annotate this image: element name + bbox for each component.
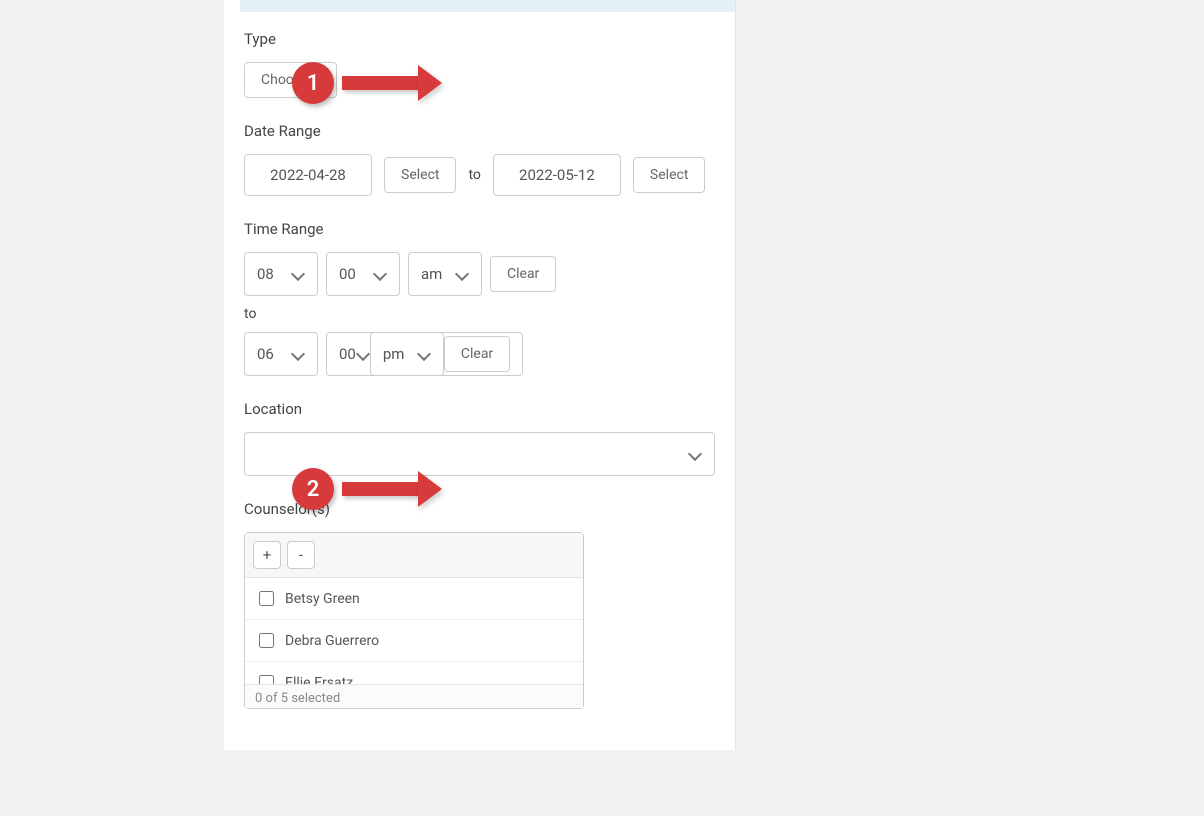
chevron-down-icon: [455, 267, 469, 281]
annotation-callout-1: 1: [292, 62, 442, 104]
counselor-item[interactable]: Debra Guerrero: [245, 620, 583, 662]
counselor-name: Ellie Ersatz: [285, 675, 353, 685]
chevron-down-icon: [356, 347, 370, 361]
select-value: 00: [339, 265, 373, 283]
date-end-select-button[interactable]: Select: [633, 157, 705, 193]
field-date-range: Date Range 2022-04-28 Select to 2022-05-…: [244, 122, 715, 196]
date-to-text: to: [468, 167, 480, 183]
counselor-toolbar: + -: [245, 533, 583, 578]
info-banner: [240, 0, 735, 12]
date-start-select-button[interactable]: Select: [384, 157, 456, 193]
arrow-right-icon: [342, 477, 442, 501]
chevron-down-icon: [291, 347, 305, 361]
time-range-label: Time Range: [244, 220, 715, 238]
time-start-hour-select[interactable]: 08: [244, 252, 318, 296]
counselor-checkbox[interactable]: [259, 633, 274, 648]
form-inner: Type Choose... Date Range 2022-04-28 Sel…: [224, 30, 735, 721]
select-value: am: [421, 265, 455, 283]
chevron-down-icon: [291, 267, 305, 281]
type-label: Type: [244, 30, 715, 48]
select-value: 08: [257, 265, 291, 283]
counselor-item[interactable]: Betsy Green: [245, 578, 583, 620]
time-end-hour-select[interactable]: 06: [244, 332, 318, 376]
location-label: Location: [244, 400, 715, 418]
chevron-down-icon: [688, 447, 702, 461]
date-range-row: 2022-04-28 Select to 2022-05-12 Select: [244, 154, 715, 196]
select-value: 00: [339, 345, 356, 363]
time-end-min-select[interactable]: 00 pm Clear: [326, 332, 523, 376]
time-start-row: 08 00 am Clear: [244, 252, 715, 296]
counselor-item[interactable]: Ellie Ersatz: [245, 662, 583, 684]
chevron-down-icon: [373, 267, 387, 281]
field-counselors: Counselor(s) + - Betsy Green Debra Guerr…: [244, 500, 715, 709]
counselor-add-button[interactable]: +: [253, 541, 281, 569]
counselor-remove-button[interactable]: -: [287, 541, 315, 569]
arrow-right-icon: [342, 71, 442, 95]
time-start-min-select[interactable]: 00: [326, 252, 400, 296]
date-end-input[interactable]: 2022-05-12: [493, 154, 621, 196]
left-gutter: [0, 0, 224, 816]
time-end-ampm-select[interactable]: pm: [370, 332, 444, 376]
time-to-text: to: [244, 306, 715, 322]
field-location: Location: [244, 400, 715, 476]
date-range-label: Date Range: [244, 122, 715, 140]
counselor-footer: 0 of 5 selected: [245, 684, 583, 708]
counselor-box: + - Betsy Green Debra Guerrero Ellie Ers…: [244, 532, 584, 709]
date-start-input[interactable]: 2022-04-28: [244, 154, 372, 196]
time-start-ampm-select[interactable]: am: [408, 252, 482, 296]
callout-badge: 1: [292, 62, 334, 104]
time-end-clear-button[interactable]: Clear: [444, 336, 510, 372]
counselor-name: Debra Guerrero: [285, 633, 379, 649]
counselor-name: Betsy Green: [285, 591, 360, 607]
select-value: 06: [257, 345, 291, 363]
callout-badge: 2: [292, 468, 334, 510]
annotation-callout-2: 2: [292, 468, 442, 510]
select-value: pm: [383, 345, 417, 363]
counselor-checkbox[interactable]: [259, 675, 274, 684]
time-end-row: 06 00 pm Clear: [244, 332, 715, 376]
time-start-clear-button[interactable]: Clear: [490, 256, 556, 292]
chevron-down-icon: [417, 347, 431, 361]
search-form-panel: Type Choose... Date Range 2022-04-28 Sel…: [224, 0, 736, 750]
counselor-list[interactable]: Betsy Green Debra Guerrero Ellie Ersatz: [245, 578, 583, 684]
field-time-range: Time Range 08 00 am Clear to: [244, 220, 715, 709]
counselor-checkbox[interactable]: [259, 591, 274, 606]
